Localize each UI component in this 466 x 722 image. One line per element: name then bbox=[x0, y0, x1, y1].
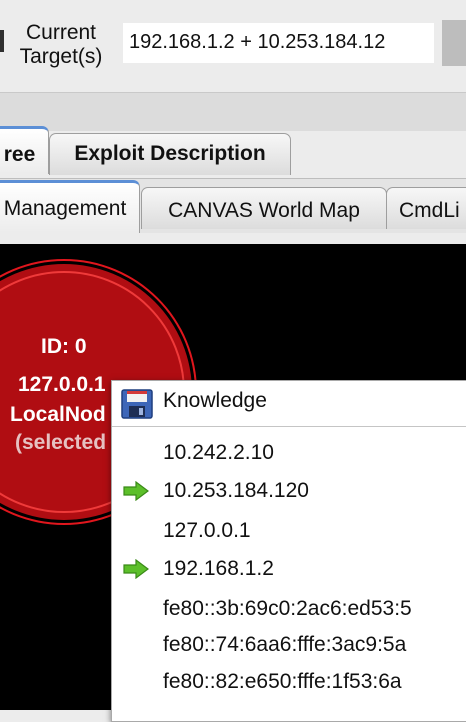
knowledge-menu-header[interactable]: Knowledge bbox=[112, 381, 466, 427]
tab-tree[interactable]: ree bbox=[0, 126, 49, 174]
current-targets-value: 192.168.1.2 + 10.253.184.12 bbox=[129, 31, 386, 53]
menu-item-host[interactable]: 192.168.1.2 bbox=[112, 550, 466, 588]
tab-management[interactable]: Management bbox=[0, 180, 140, 233]
scrollbar[interactable] bbox=[442, 20, 466, 66]
floppy-disk-icon bbox=[121, 389, 153, 419]
target-bar: Current Target(s) 192.168.1.2 + 10.253.1… bbox=[0, 0, 466, 93]
tab-cmdline-label: CmdLi bbox=[399, 199, 460, 222]
tab-tree-label: ree bbox=[3, 143, 36, 166]
green-arrow-icon bbox=[123, 481, 149, 501]
menu-item-label: 10.242.2.10 bbox=[163, 441, 274, 464]
node-id-label: ID: 0 bbox=[41, 335, 87, 358]
tab-exploit-description[interactable]: Exploit Description bbox=[49, 133, 291, 175]
target-marker bbox=[0, 30, 4, 52]
tab-canvas-world-map[interactable]: CANVAS World Map bbox=[141, 187, 387, 229]
node-selected-label: (selected bbox=[15, 431, 107, 454]
menu-item-label: 10.253.184.120 bbox=[163, 479, 309, 502]
tab-cmdline[interactable]: CmdLi bbox=[386, 187, 466, 229]
menu-item-label: 192.168.1.2 bbox=[163, 557, 274, 580]
tab-management-label: Management bbox=[3, 197, 127, 220]
menu-item-label: fe80::74:6aa6:fffe:3ac9:5a bbox=[163, 633, 407, 656]
green-arrow-icon bbox=[123, 559, 149, 579]
tab-bar-bottom: Management CANVAS World Map CmdLi bbox=[0, 178, 466, 233]
tab-bar-top: ree Exploit Description bbox=[0, 124, 466, 175]
menu-item-host[interactable]: 10.253.184.120 bbox=[112, 472, 466, 510]
tab-exploit-description-label: Exploit Description bbox=[74, 142, 266, 165]
current-targets-label: Current Target(s) bbox=[19, 21, 103, 68]
node-name-label: LocalNod bbox=[10, 403, 106, 426]
knowledge-context-menu: Knowledge 10.242.2.10 10.253.184.120 127… bbox=[111, 380, 466, 722]
menu-item-host[interactable]: 10.242.2.10 bbox=[112, 434, 466, 472]
current-targets-field[interactable]: 192.168.1.2 + 10.253.184.12 bbox=[123, 23, 434, 63]
menu-item-host[interactable]: fe80::3b:69c0:2ac6:ed53:5 bbox=[112, 590, 466, 628]
menu-item-host[interactable]: 127.0.0.1 bbox=[112, 512, 466, 550]
menu-item-host[interactable]: fe80::74:6aa6:fffe:3ac9:5a bbox=[112, 626, 466, 664]
menu-item-label: fe80::82:e650:fffe:1f53:6a bbox=[163, 670, 402, 693]
tab-canvas-world-map-label: CANVAS World Map bbox=[168, 199, 360, 222]
menu-item-label: 127.0.0.1 bbox=[163, 519, 251, 542]
node-ip-label: 127.0.0.1 bbox=[18, 373, 106, 396]
menu-item-host[interactable]: fe80::82:e650:fffe:1f53:6a bbox=[112, 663, 466, 701]
knowledge-menu-title: Knowledge bbox=[163, 389, 267, 412]
menu-item-label: fe80::3b:69c0:2ac6:ed53:5 bbox=[163, 597, 412, 620]
